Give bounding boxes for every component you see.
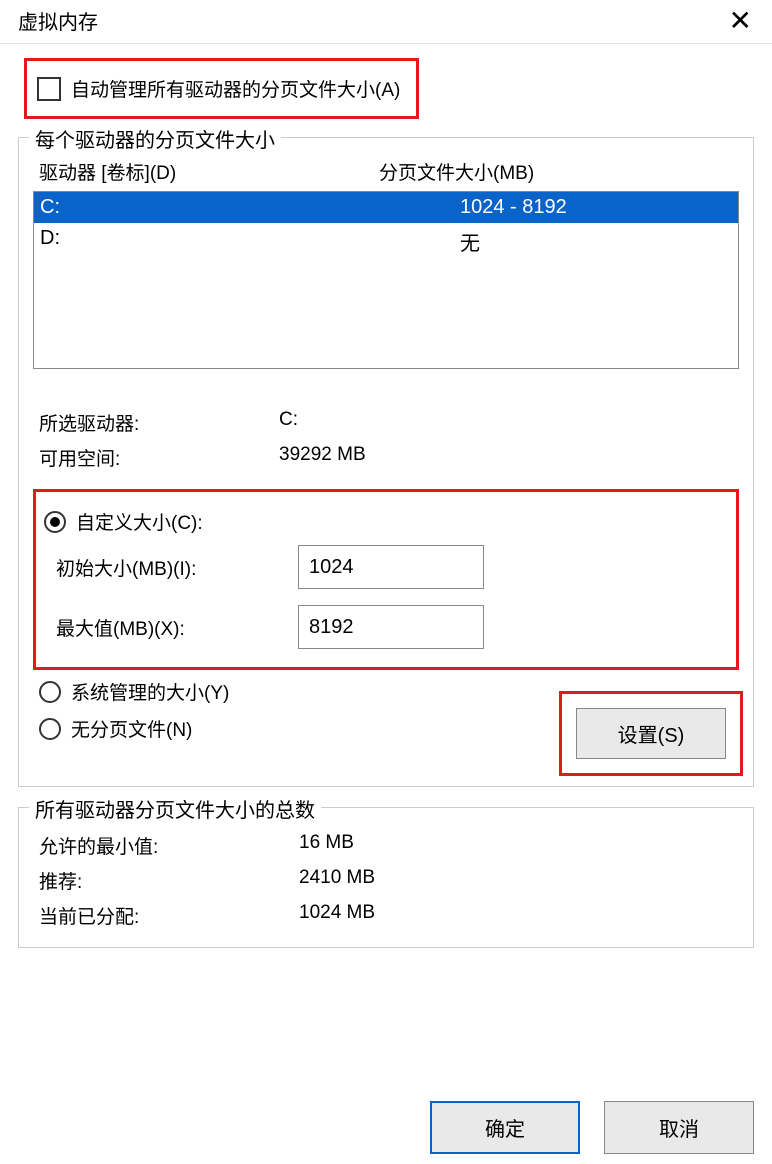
set-button-wrap: 设置(S) <box>559 691 743 776</box>
drive-size: 1024 - 8192 <box>460 196 732 219</box>
max-size-input[interactable] <box>298 605 484 649</box>
min-allowed-value: 16 MB <box>299 832 733 859</box>
auto-manage-checkbox[interactable] <box>37 77 61 101</box>
set-button[interactable]: 设置(S) <box>576 708 726 759</box>
current-allocated-label: 当前已分配: <box>39 902 299 929</box>
max-size-label: 最大值(MB)(X): <box>44 614 298 641</box>
custom-size-block: 自定义大小(C): 初始大小(MB)(I): 最大值(MB)(X): <box>33 489 739 670</box>
drive-list[interactable]: C: 1024 - 8192 D: 无 <box>33 191 739 369</box>
initial-size-input[interactable] <box>298 545 484 589</box>
close-icon[interactable]: ✕ <box>721 7 760 35</box>
drive-size: 无 <box>460 227 732 256</box>
titlebar: 虚拟内存 ✕ <box>0 0 772 44</box>
recommended-label: 推荐: <box>39 867 299 894</box>
system-managed-label: 系统管理的大小(Y) <box>71 678 229 705</box>
dialog-footer: 确定 取消 <box>430 1101 754 1154</box>
custom-size-radio-row[interactable]: 自定义大小(C): <box>44 508 728 535</box>
drive-row[interactable]: C: 1024 - 8192 <box>34 192 738 223</box>
min-allowed-label: 允许的最小值: <box>39 832 299 859</box>
recommended-value: 2410 MB <box>299 867 733 894</box>
totals-legend: 所有驱动器分页文件大小的总数 <box>29 794 321 823</box>
custom-size-radio[interactable] <box>44 511 66 533</box>
cancel-button[interactable]: 取消 <box>604 1101 754 1154</box>
totals-group: 所有驱动器分页文件大小的总数 允许的最小值: 16 MB 推荐: 2410 MB… <box>18 807 754 948</box>
current-allocated-value: 1024 MB <box>299 902 733 929</box>
custom-size-label: 自定义大小(C): <box>76 508 203 535</box>
drive-list-header: 驱动器 [卷标](D) 分页文件大小(MB) <box>33 158 739 191</box>
auto-manage-label: 自动管理所有驱动器的分页文件大小(A) <box>71 75 400 102</box>
selected-drive-value: C: <box>279 409 733 436</box>
free-space-label: 可用空间: <box>39 444 279 471</box>
no-paging-radio[interactable] <box>39 718 61 740</box>
header-drive: 驱动器 [卷标](D) <box>39 158 379 185</box>
ok-button[interactable]: 确定 <box>430 1101 580 1154</box>
drive-name: D: <box>40 227 460 256</box>
system-managed-radio[interactable] <box>39 681 61 703</box>
window-title: 虚拟内存 <box>18 6 98 35</box>
drive-row[interactable]: D: 无 <box>34 223 738 260</box>
per-drive-legend: 每个驱动器的分页文件大小 <box>29 124 281 153</box>
drive-name: C: <box>40 196 460 219</box>
free-space-value: 39292 MB <box>279 444 733 471</box>
selected-drive-label: 所选驱动器: <box>39 409 279 436</box>
per-drive-group: 每个驱动器的分页文件大小 驱动器 [卷标](D) 分页文件大小(MB) C: 1… <box>18 137 754 787</box>
initial-size-label: 初始大小(MB)(I): <box>44 554 298 581</box>
auto-manage-row[interactable]: 自动管理所有驱动器的分页文件大小(A) <box>24 58 419 119</box>
header-size: 分页文件大小(MB) <box>379 158 733 185</box>
no-paging-label: 无分页文件(N) <box>71 715 192 742</box>
